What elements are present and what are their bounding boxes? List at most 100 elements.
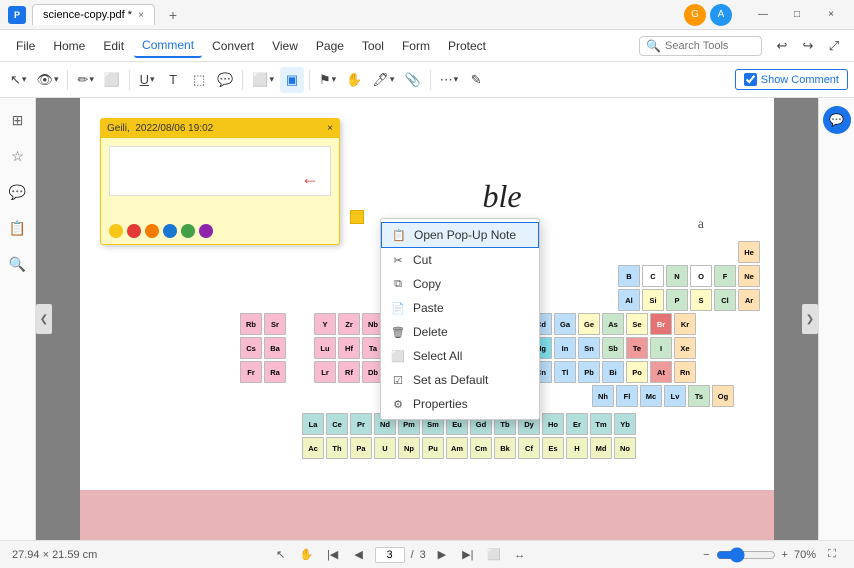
- element-Br: Br: [650, 313, 672, 335]
- text-box-icon: ⬚: [193, 72, 205, 88]
- menu-tool[interactable]: Tool: [354, 35, 392, 57]
- sticky-note-input[interactable]: [109, 146, 331, 196]
- stamp-tool-btn[interactable]: ⚑ ▾: [315, 67, 340, 93]
- edit-icon-btn[interactable]: ✎: [464, 67, 488, 93]
- context-menu-copy[interactable]: ⧉ Copy: [381, 272, 539, 296]
- copy-icon: ⧉: [391, 277, 405, 291]
- page-number-input[interactable]: [375, 547, 405, 563]
- element-Mc: Mc: [640, 385, 662, 407]
- close-btn[interactable]: ×: [816, 5, 846, 25]
- menu-form[interactable]: Form: [394, 35, 438, 57]
- more-tool-btn[interactable]: ⋯ ▾: [436, 67, 463, 93]
- element-Og: Og: [712, 385, 734, 407]
- hand-tool-btn[interactable]: ✋: [342, 67, 366, 93]
- menu-view[interactable]: View: [264, 35, 306, 57]
- menu-edit[interactable]: Edit: [95, 35, 132, 57]
- next-page-btn[interactable]: ▶: [432, 545, 452, 565]
- zoom-out-btn[interactable]: −: [703, 549, 709, 561]
- new-tab-btn[interactable]: +: [161, 5, 185, 25]
- open-external-btn[interactable]: ⤢: [822, 33, 846, 59]
- sidebar-search-btn[interactable]: 🔍: [4, 250, 32, 278]
- element-P: P: [666, 289, 688, 311]
- maximize-btn[interactable]: □: [782, 5, 812, 25]
- menu-convert[interactable]: Convert: [204, 35, 262, 57]
- attachment-btn[interactable]: 📎: [400, 67, 424, 93]
- page-navigation: ↖ ✋ |◀ ◀ / 3 ▶ ▶| ⬜ ↔: [105, 545, 695, 565]
- color-orange[interactable]: [145, 224, 159, 238]
- sticky-note-content: ←: [101, 138, 339, 218]
- browser-forward-btn[interactable]: ↪: [796, 33, 820, 59]
- fit-width-btn[interactable]: ↔: [510, 545, 530, 565]
- app-tab[interactable]: science-copy.pdf * ×: [32, 4, 155, 25]
- show-comment-btn[interactable]: Show Comment: [735, 69, 848, 90]
- context-menu-paste[interactable]: 📄 Paste: [381, 296, 539, 320]
- underline-tool-btn[interactable]: U ▾: [135, 67, 159, 93]
- view-tool-btn[interactable]: 👁 ▾: [32, 67, 62, 93]
- browser-back-btn[interactable]: ↩: [770, 33, 794, 59]
- text-tool-btn[interactable]: T: [161, 67, 185, 93]
- menu-file[interactable]: File: [8, 35, 43, 57]
- search-tools-area[interactable]: 🔍: [639, 36, 762, 56]
- element-Hf: Hf: [338, 337, 360, 359]
- sticky-note-close[interactable]: ×: [327, 123, 333, 134]
- minimize-btn[interactable]: —: [748, 5, 778, 25]
- context-menu-delete[interactable]: 🗑 Delete: [381, 320, 539, 344]
- menu-home[interactable]: Home: [45, 35, 93, 57]
- comment-panel-icon[interactable]: 💬: [823, 106, 851, 134]
- element-Ts: Ts: [688, 385, 710, 407]
- search-tools-input[interactable]: [665, 40, 755, 52]
- first-page-btn[interactable]: |◀: [323, 545, 343, 565]
- element-Np: Np: [398, 437, 420, 459]
- signature-btn[interactable]: 🖊 ▾: [368, 67, 398, 93]
- context-menu-set-default[interactable]: ☑ Set as Default: [381, 368, 539, 392]
- sidebar-bookmark-btn[interactable]: ☆: [4, 142, 32, 170]
- zoom-slider[interactable]: [716, 547, 776, 563]
- collapse-right-btn[interactable]: ❯: [802, 304, 818, 334]
- context-menu-properties[interactable]: ⚙ Properties: [381, 392, 539, 416]
- sidebar-comment-btn[interactable]: 💬: [4, 178, 32, 206]
- annotation-marker[interactable]: [350, 210, 364, 224]
- select-tool-btn[interactable]: ↖ ▾: [6, 67, 30, 93]
- edit-icon: ✎: [471, 72, 482, 88]
- collapse-left-btn[interactable]: ❮: [36, 304, 52, 334]
- prev-page-btn[interactable]: ◀: [349, 545, 369, 565]
- sidebar-attachment-btn[interactable]: 📋: [4, 214, 32, 242]
- sidebar-pages-btn[interactable]: ⊞: [4, 106, 32, 134]
- cursor-mode-btn[interactable]: ↖: [271, 545, 291, 565]
- element-Cf: Cf: [518, 437, 540, 459]
- zoom-in-btn[interactable]: +: [782, 549, 788, 561]
- search-side-icon: 🔍: [9, 256, 26, 273]
- color-purple[interactable]: [199, 224, 213, 238]
- context-menu-select-all[interactable]: ⬜ Select All: [381, 344, 539, 368]
- menu-protect[interactable]: Protect: [440, 35, 494, 57]
- text-box-btn[interactable]: ⬚: [187, 67, 211, 93]
- color-green[interactable]: [181, 224, 195, 238]
- right-panel: 💬: [818, 98, 854, 540]
- context-menu-cut[interactable]: ✂ Cut: [381, 248, 539, 272]
- app-icon: P: [8, 6, 26, 24]
- callout-btn[interactable]: 💬: [213, 67, 237, 93]
- element-Se: Se: [626, 313, 648, 335]
- last-page-btn[interactable]: ▶|: [458, 545, 478, 565]
- menu-page[interactable]: Page: [308, 35, 352, 57]
- menu-comment[interactable]: Comment: [134, 34, 202, 58]
- shape-tool-btn[interactable]: ⬜ ▾: [248, 67, 278, 93]
- hand-mode-btn[interactable]: ✋: [297, 545, 317, 565]
- tab-close-btn[interactable]: ×: [138, 10, 144, 21]
- pencil-tool-btn[interactable]: ✏ ▾: [73, 67, 97, 93]
- full-screen-btn[interactable]: ⛶: [822, 545, 842, 565]
- color-red[interactable]: [127, 224, 141, 238]
- color-yellow[interactable]: [109, 224, 123, 238]
- element-O: O: [690, 265, 712, 287]
- area-highlight-btn[interactable]: ▣: [280, 67, 304, 93]
- context-menu-open-popup[interactable]: 📋 Open Pop-Up Note: [381, 222, 539, 248]
- show-comment-checkbox[interactable]: [744, 73, 757, 86]
- color-blue[interactable]: [163, 224, 177, 238]
- context-menu-copy-label: Copy: [413, 277, 441, 291]
- separator-3: [242, 70, 243, 90]
- fit-page-btn[interactable]: ⬜: [484, 545, 504, 565]
- eraser-tool-btn[interactable]: ⬜: [100, 67, 124, 93]
- element-S: S: [690, 289, 712, 311]
- element-Pb: Pb: [578, 361, 600, 383]
- element-Kr: Kr: [674, 313, 696, 335]
